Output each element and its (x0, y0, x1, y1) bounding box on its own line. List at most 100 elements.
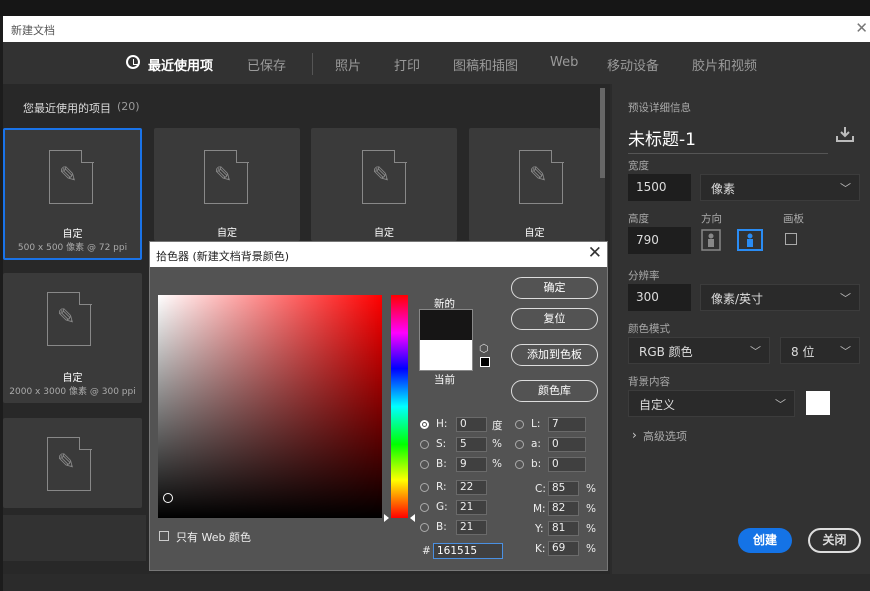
document-icon: ✎ (362, 149, 407, 204)
resolution-unit-select[interactable]: 像素/英寸 ﹀ (700, 284, 860, 311)
percent-unit: % (586, 543, 596, 555)
window-close-icon[interactable]: ✕ (855, 19, 868, 37)
m-input[interactable]: 82 (548, 501, 579, 516)
document-icon: ✎ (519, 149, 564, 204)
width-input[interactable]: 1500 (628, 174, 691, 201)
r-input[interactable]: 22 (456, 480, 487, 495)
card-name: 自定 (524, 228, 545, 239)
percent-unit: % (586, 503, 596, 515)
l-input[interactable]: 7 (548, 417, 586, 432)
hue-slider[interactable] (391, 295, 408, 518)
s-input[interactable]: 5 (456, 437, 487, 452)
h-input[interactable]: 0 (456, 417, 487, 432)
preset-header: 预设详细信息 (628, 102, 691, 114)
c-input[interactable]: 85 (548, 481, 579, 496)
lab-b-input[interactable]: 0 (548, 457, 586, 472)
radio-blue[interactable] (420, 523, 429, 532)
artboard-checkbox[interactable] (785, 233, 797, 245)
background-select[interactable]: 自定义 ﹀ (628, 390, 795, 417)
add-to-swatches-button[interactable]: 添加到色板 (511, 344, 598, 366)
tab-recent[interactable]: 最近使用项 (148, 55, 213, 74)
color-picker-titlebar: 拾色器 (新建文档背景颜色) ✕ (150, 242, 607, 267)
hue-pointer-right[interactable] (410, 514, 415, 522)
hex-input[interactable]: 161515 (433, 543, 503, 559)
artboard-label: 画板 (783, 213, 804, 225)
y-input[interactable]: 81 (548, 521, 579, 536)
tab-film-video[interactable]: 胶片和视频 (692, 55, 757, 74)
tab-saved[interactable]: 已保存 (247, 55, 286, 74)
document-icon: ✎ (47, 436, 92, 491)
y-label: Y: (535, 523, 544, 535)
hue-pointer-left[interactable] (384, 514, 389, 522)
advanced-options[interactable]: 高级选项 (643, 428, 687, 444)
clock-icon (126, 55, 140, 69)
color-marker[interactable] (163, 493, 173, 503)
document-name-input[interactable]: 未标题-1 (628, 125, 828, 154)
tab-photo[interactable]: 照片 (335, 55, 361, 74)
resolution-label: 分辨率 (628, 270, 660, 282)
chevron-down-icon: ﹀ (840, 345, 851, 358)
percent-unit: % (586, 483, 596, 495)
k-input[interactable]: 69 (548, 541, 579, 556)
recent-title: 您最近使用的项目 (23, 102, 111, 115)
cube-icon[interactable]: ⬡ (479, 342, 489, 355)
blue-label: B: (436, 521, 447, 533)
bit-depth-select[interactable]: 8 位 ﹀ (780, 337, 860, 364)
landscape-icon[interactable] (737, 229, 763, 251)
scrollbar-thumb[interactable] (600, 88, 605, 178)
b-label: B: (436, 458, 447, 470)
close-button[interactable]: 关闭 (808, 528, 861, 553)
radio-r[interactable] (420, 483, 429, 492)
c-label: C: (535, 483, 546, 495)
recent-item-card[interactable]: ✎ 自定 (154, 128, 300, 241)
close-icon[interactable]: ✕ (588, 243, 602, 263)
out-of-gamut-swatch[interactable] (480, 357, 490, 367)
color-mode-select[interactable]: RGB 颜色 ﹀ (628, 337, 770, 364)
background-color-swatch[interactable] (806, 391, 830, 415)
tab-web[interactable]: Web (550, 55, 578, 70)
web-only-checkbox[interactable] (159, 531, 169, 541)
current-color-label: 当前 (434, 374, 455, 386)
card-name: 自定 (62, 229, 83, 240)
lab-b-label: b: (531, 458, 542, 470)
recent-item-card[interactable]: ✎ (3, 418, 142, 508)
save-preset-icon[interactable] (836, 126, 854, 142)
portrait-icon[interactable] (701, 229, 721, 251)
radio-s[interactable] (420, 440, 429, 449)
percent-unit: % (492, 458, 502, 470)
document-icon: ✎ (49, 149, 94, 204)
radio-a[interactable] (515, 440, 524, 449)
color-mode-label: 颜色模式 (628, 323, 670, 335)
height-input[interactable]: 790 (628, 227, 691, 254)
width-unit-select[interactable]: 像素 ﹀ (700, 174, 860, 201)
reset-button[interactable]: 复位 (511, 308, 598, 330)
ok-button[interactable]: 确定 (511, 277, 598, 299)
chevron-down-icon: ﹀ (775, 398, 786, 411)
recent-item-card[interactable]: ✎ 自定 (469, 128, 600, 241)
tab-art-illustration[interactable]: 图稿和插图 (453, 55, 518, 74)
chevron-right-icon[interactable]: › (632, 428, 637, 442)
recent-item-card[interactable]: ✎ 自定 500 x 500 像素 @ 72 ppi (3, 128, 142, 260)
current-color-swatch[interactable] (419, 340, 473, 371)
recent-item-card[interactable]: ✎ 自定 (311, 128, 457, 241)
saturation-brightness-field[interactable] (158, 295, 382, 518)
chevron-down-icon: ﹀ (840, 292, 851, 305)
blue-input[interactable]: 21 (456, 520, 487, 535)
g-input[interactable]: 21 (456, 500, 487, 515)
radio-g[interactable] (420, 503, 429, 512)
a-input[interactable]: 0 (548, 437, 586, 452)
tab-print[interactable]: 打印 (394, 55, 420, 74)
radio-l[interactable] (515, 420, 524, 429)
b-input[interactable]: 9 (456, 457, 487, 472)
tab-mobile[interactable]: 移动设备 (607, 55, 659, 74)
card-name: 自定 (217, 228, 237, 239)
create-button[interactable]: 创建 (738, 528, 792, 553)
card-size: 500 x 500 像素 @ 72 ppi (17, 243, 128, 253)
window-titlebar: 新建文档 ✕ (3, 16, 870, 43)
recent-item-card[interactable]: ✎ 自定 2000 x 3000 像素 @ 300 ppi (3, 273, 142, 403)
resolution-input[interactable]: 300 (628, 284, 691, 311)
radio-b[interactable] (420, 460, 429, 469)
radio-h[interactable] (420, 420, 429, 429)
radio-lab-b[interactable] (515, 460, 524, 469)
color-libraries-button[interactable]: 颜色库 (511, 380, 598, 402)
